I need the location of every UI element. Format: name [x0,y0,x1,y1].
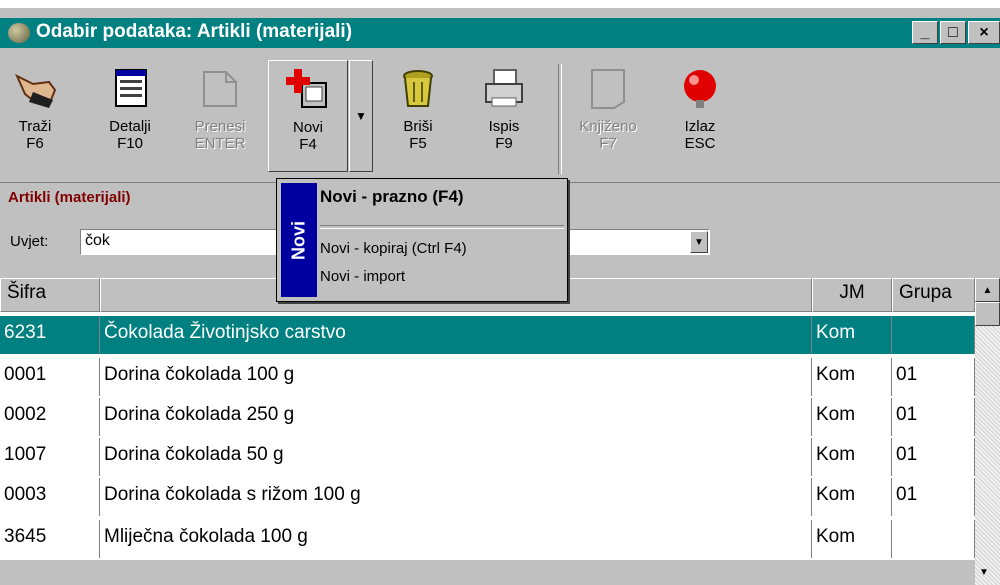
minimize-button[interactable]: _ [912,21,938,44]
cell-name: Dorina čokolada 250 g [100,398,812,436]
chevron-down-icon[interactable]: ▼ [979,567,989,578]
search-key: F6 [26,135,44,152]
new-button[interactable]: Novi F4 [268,60,348,172]
menu-side-label: Novi [288,220,309,260]
scroll-thumb[interactable] [975,302,1000,326]
form-window-icon [106,66,154,112]
cell-group [892,316,975,354]
cell-unit: Kom [812,438,892,476]
cell-code: 0001 [0,358,100,396]
cell-unit: Kom [812,358,892,396]
cell-code: 1007 [0,438,100,476]
scroll-up-button[interactable]: ▲ [975,278,1000,302]
chevron-up-icon: ▲ [982,284,993,296]
cell-group: 01 [892,478,975,516]
column-header-group[interactable]: Grupa [892,278,975,312]
menu-separator [320,225,564,229]
delete-label: Briši [403,118,433,135]
grid-footer-strip [0,560,975,585]
booked-label: Knjiženo [579,118,637,135]
cell-name: Dorina čokolada 100 g [100,358,812,396]
details-key: F10 [117,135,143,152]
exit-key: ESC [684,135,716,152]
cell-code: 0002 [0,398,100,436]
details-button[interactable]: Detalji F10 [96,60,164,180]
transfer-key: ENTER [194,135,246,152]
red-ball-icon [676,66,724,112]
cell-group [892,520,975,558]
column-header-code[interactable]: Šifra [0,278,100,312]
search-button[interactable]: Traži F6 [6,60,64,180]
print-label: Ispis [488,118,520,135]
new-key: F4 [299,136,317,153]
menu-item-new-import[interactable]: Novi - import [320,268,405,285]
window-title: Odabir podataka: Artikli (materijali) [36,21,353,42]
cell-code: 6231 [0,316,100,354]
delete-button[interactable]: Briši F5 [392,60,444,180]
condition-combo[interactable] [560,229,710,255]
cell-name: Dorina čokolada 50 g [100,438,812,476]
delete-key: F5 [409,135,427,152]
exit-label: Izlaz [684,118,716,135]
printer-icon [480,66,528,112]
cell-unit: Kom [812,520,892,558]
app-icon[interactable] [8,23,30,43]
cell-group: 01 [892,358,975,396]
combo-dropdown-button[interactable]: ▼ [690,231,708,253]
print-button[interactable]: Ispis F9 [474,60,534,180]
table-row[interactable]: 0002 Dorina čokolada 250 g Kom 01 [0,398,975,436]
cell-code: 0003 [0,478,100,516]
menu-item-new-empty[interactable]: Novi - prazno (F4) [320,187,464,207]
condition-input[interactable]: čok [80,229,280,255]
close-button[interactable]: × [968,21,1000,44]
section-title: Artikli (materijali) [8,189,131,206]
document-icon [584,66,632,112]
cell-name: Dorina čokolada s rižom 100 g [100,478,812,516]
booked-key: F7 [599,135,617,152]
table-row[interactable]: 6231 Čokolada Životinjsko carstvo Kom [0,316,975,354]
pointing-hand-icon [11,66,59,112]
new-red-cross-icon [284,67,332,113]
new-label: Novi [292,119,323,136]
cell-group: 01 [892,438,975,476]
transfer-button[interactable]: Prenesi ENTER [184,60,256,180]
cell-name: Mliječna čokolada 100 g [100,520,812,558]
table-row[interactable]: 1007 Dorina čokolada 50 g Kom 01 [0,438,975,476]
details-label: Detalji [109,118,151,135]
cell-unit: Kom [812,478,892,516]
chevron-down-icon: ▼ [694,236,704,248]
menu-item-new-copy[interactable]: Novi - kopiraj (Ctrl F4) [320,240,467,257]
cell-code: 3645 [0,520,100,558]
search-label: Traži [18,118,52,135]
trash-can-icon [394,66,442,112]
transfer-label: Prenesi [194,118,246,135]
column-header-unit[interactable]: JM [812,278,892,312]
cell-unit: Kom [812,398,892,436]
chevron-down-icon: ▼ [355,109,367,123]
table-row[interactable]: 3645 Mliječna čokolada 100 g Kom [0,520,975,558]
cell-unit: Kom [812,316,892,354]
new-dropdown-button[interactable]: ▼ [349,60,373,172]
table-row[interactable]: 0003 Dorina čokolada s rižom 100 g Kom 0… [0,478,975,516]
print-key: F9 [495,135,513,152]
pages-icon [196,66,244,112]
exit-button[interactable]: Izlaz ESC [670,60,730,180]
booked-button[interactable]: Knjiženo F7 [566,60,650,180]
table-row[interactable]: 0001 Dorina čokolada 100 g Kom 01 [0,358,975,396]
toolbar-separator [558,64,562,174]
cell-name: Čokolada Životinjsko carstvo [100,316,812,354]
cell-group: 01 [892,398,975,436]
condition-label: Uvjet: [10,233,49,250]
maximize-button[interactable]: □ [940,21,966,44]
